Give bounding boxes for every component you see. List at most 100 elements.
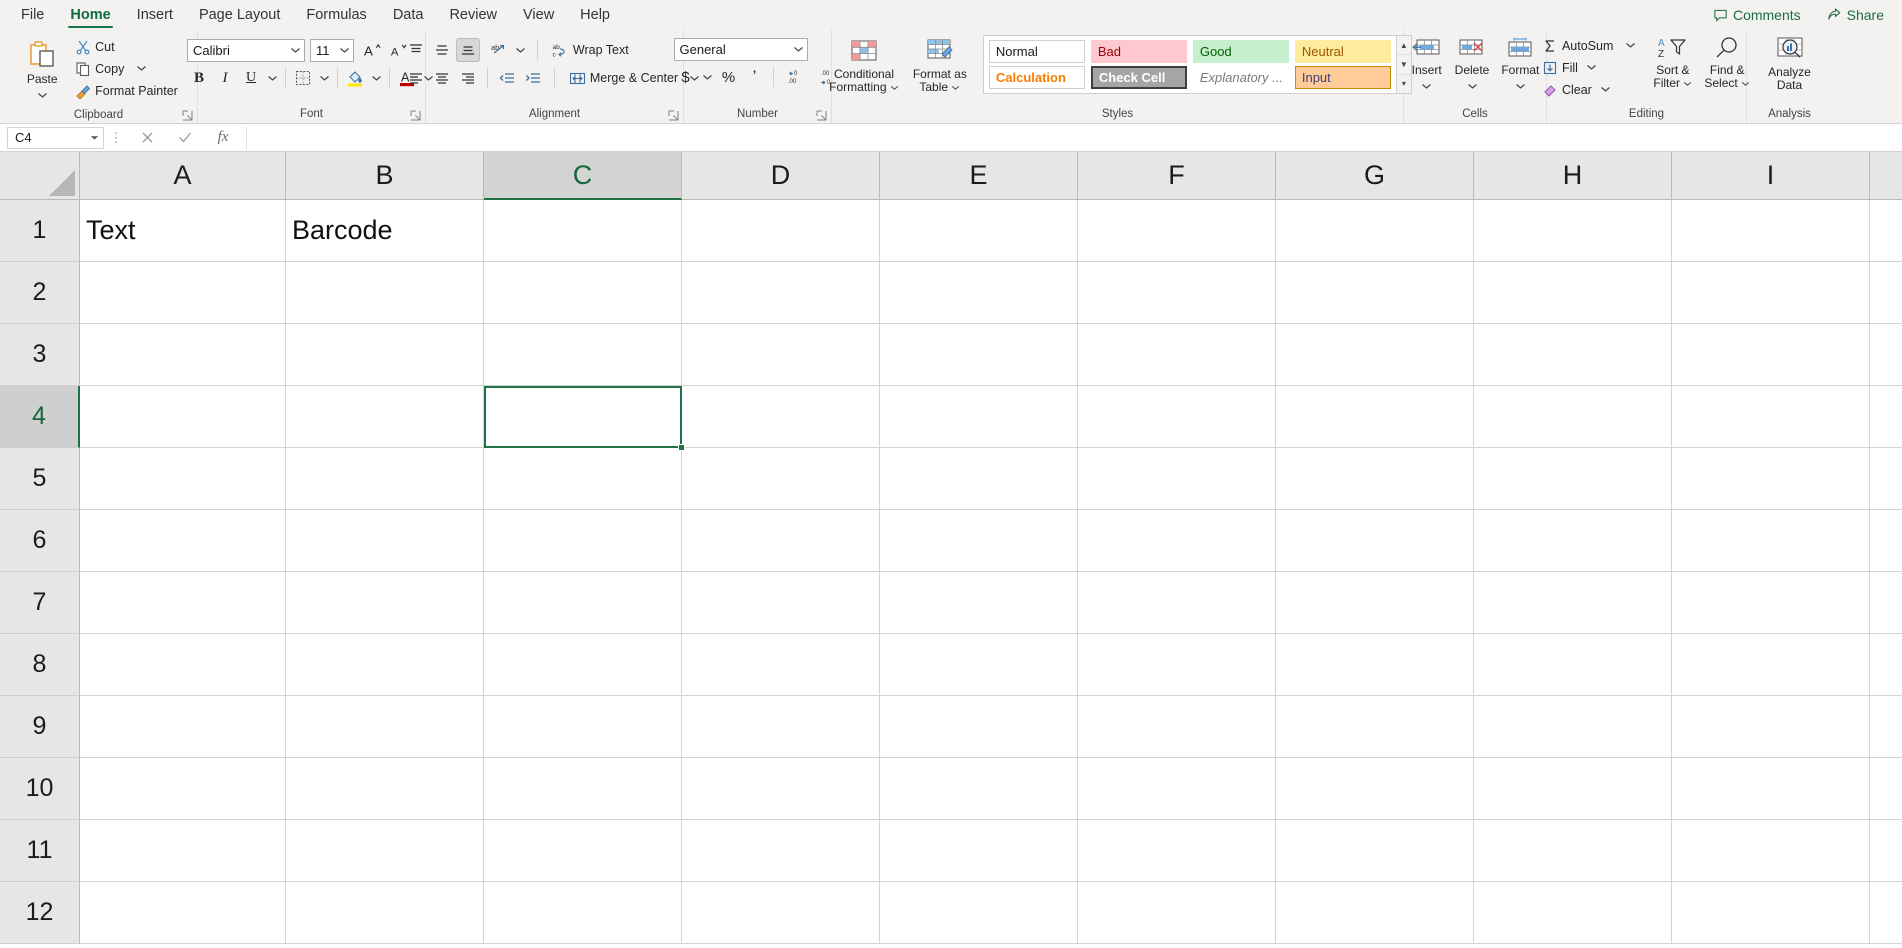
cut-button[interactable]: Cut bbox=[70, 36, 183, 57]
column-header-blank[interactable] bbox=[1870, 152, 1902, 200]
paste-chevron-down-icon[interactable] bbox=[37, 86, 48, 104]
cell-E11[interactable] bbox=[880, 820, 1078, 882]
cell-H10[interactable] bbox=[1474, 758, 1672, 820]
insert-function-icon[interactable]: fx bbox=[204, 127, 242, 149]
name-box[interactable]: C4 bbox=[7, 127, 104, 149]
font-size-combo[interactable]: 11 bbox=[310, 39, 354, 62]
cell-blank[interactable] bbox=[1870, 882, 1902, 944]
cell-style-good[interactable]: Good bbox=[1193, 40, 1289, 63]
cell-D9[interactable] bbox=[682, 696, 880, 758]
align-bottom-button[interactable] bbox=[456, 38, 480, 62]
cell-G9[interactable] bbox=[1276, 696, 1474, 758]
ribbon-tab-formulas[interactable]: Formulas bbox=[293, 0, 379, 30]
sort-filter-chevron-down-icon[interactable] bbox=[1683, 77, 1692, 90]
cell-C2[interactable] bbox=[484, 262, 682, 324]
cell-F10[interactable] bbox=[1078, 758, 1276, 820]
cell-blank[interactable] bbox=[1870, 386, 1902, 448]
column-header-F[interactable]: F bbox=[1078, 152, 1276, 200]
ribbon-tab-review[interactable]: Review bbox=[436, 0, 510, 30]
cell-D11[interactable] bbox=[682, 820, 880, 882]
number-dialog-launcher-icon[interactable] bbox=[816, 110, 827, 121]
cell-E2[interactable] bbox=[880, 262, 1078, 324]
underline-chevron-down-icon[interactable] bbox=[265, 66, 280, 90]
cell-C1[interactable] bbox=[484, 200, 682, 262]
column-header-D[interactable]: D bbox=[682, 152, 880, 200]
cell-D8[interactable] bbox=[682, 634, 880, 696]
cell-H2[interactable] bbox=[1474, 262, 1672, 324]
cell-I5[interactable] bbox=[1672, 448, 1870, 510]
name-box-chevron-down-icon[interactable] bbox=[90, 135, 99, 141]
orientation-chevron-down-icon[interactable] bbox=[513, 38, 528, 62]
italic-button[interactable]: I bbox=[213, 66, 237, 90]
cell-G4[interactable] bbox=[1276, 386, 1474, 448]
wrap-text-button[interactable]: abc Wrap Text bbox=[547, 40, 634, 61]
cell-style-neutral[interactable]: Neutral bbox=[1295, 40, 1391, 63]
autosum-chevron-down-icon[interactable] bbox=[1625, 42, 1636, 49]
cell-C5[interactable] bbox=[484, 448, 682, 510]
cell-style-bad[interactable]: Bad bbox=[1091, 40, 1187, 63]
copy-button[interactable]: Copy bbox=[70, 58, 183, 79]
cell-I3[interactable] bbox=[1672, 324, 1870, 386]
cell-A5[interactable] bbox=[80, 448, 286, 510]
cell-I2[interactable] bbox=[1672, 262, 1870, 324]
delete-cells-chevron-down-icon[interactable] bbox=[1467, 77, 1478, 95]
row-header-3[interactable]: 3 bbox=[0, 324, 80, 386]
font-name-combo[interactable]: Calibri bbox=[187, 39, 305, 62]
cell-B2[interactable] bbox=[286, 262, 484, 324]
conditional-formatting-chevron-down-icon[interactable] bbox=[890, 81, 899, 94]
cell-B12[interactable] bbox=[286, 882, 484, 944]
ribbon-tab-page-layout[interactable]: Page Layout bbox=[186, 0, 293, 30]
cell-G3[interactable] bbox=[1276, 324, 1474, 386]
cell-C3[interactable] bbox=[484, 324, 682, 386]
align-middle-button[interactable] bbox=[430, 38, 454, 62]
cell-A9[interactable] bbox=[80, 696, 286, 758]
cell-A8[interactable] bbox=[80, 634, 286, 696]
cell-B6[interactable] bbox=[286, 510, 484, 572]
row-header-10[interactable]: 10 bbox=[0, 758, 80, 820]
font-name-chevron-down-icon[interactable] bbox=[290, 47, 301, 54]
column-header-I[interactable]: I bbox=[1672, 152, 1870, 200]
clipboard-dialog-launcher-icon[interactable] bbox=[182, 110, 193, 121]
cell-C12[interactable] bbox=[484, 882, 682, 944]
cell-B8[interactable] bbox=[286, 634, 484, 696]
format-as-table-button[interactable]: Format as Table bbox=[905, 33, 975, 97]
ribbon-tab-view[interactable]: View bbox=[510, 0, 567, 30]
cell-A6[interactable] bbox=[80, 510, 286, 572]
formula-bar-more-dots-icon[interactable]: ⋮ bbox=[104, 130, 128, 146]
cell-H3[interactable] bbox=[1474, 324, 1672, 386]
row-header-5[interactable]: 5 bbox=[0, 448, 80, 510]
paste-button[interactable]: Paste bbox=[18, 36, 66, 107]
row-header-6[interactable]: 6 bbox=[0, 510, 80, 572]
cell-D1[interactable] bbox=[682, 200, 880, 262]
format-painter-button[interactable]: Format Painter bbox=[70, 80, 183, 101]
cell-I11[interactable] bbox=[1672, 820, 1870, 882]
cancel-x-icon[interactable] bbox=[128, 127, 166, 149]
cell-blank[interactable] bbox=[1870, 572, 1902, 634]
grow-font-button[interactable]: A bbox=[360, 38, 384, 62]
cell-C4[interactable] bbox=[484, 386, 682, 448]
cell-E3[interactable] bbox=[880, 324, 1078, 386]
column-header-B[interactable]: B bbox=[286, 152, 484, 200]
format-cells-chevron-down-icon[interactable] bbox=[1515, 77, 1526, 95]
sort-filter-button[interactable]: AZ Sort & Filter bbox=[1647, 33, 1698, 93]
cell-D7[interactable] bbox=[682, 572, 880, 634]
cell-F2[interactable] bbox=[1078, 262, 1276, 324]
cell-blank[interactable] bbox=[1870, 696, 1902, 758]
cell-G10[interactable] bbox=[1276, 758, 1474, 820]
borders-chevron-down-icon[interactable] bbox=[317, 66, 332, 90]
cell-B5[interactable] bbox=[286, 448, 484, 510]
cell-A12[interactable] bbox=[80, 882, 286, 944]
cell-E1[interactable] bbox=[880, 200, 1078, 262]
alignment-dialog-launcher-icon[interactable] bbox=[668, 110, 679, 121]
row-header-4[interactable]: 4 bbox=[0, 386, 80, 448]
cell-A3[interactable] bbox=[80, 324, 286, 386]
cell-D4[interactable] bbox=[682, 386, 880, 448]
cell-F12[interactable] bbox=[1078, 882, 1276, 944]
align-top-button[interactable] bbox=[404, 38, 428, 62]
cell-blank[interactable] bbox=[1870, 634, 1902, 696]
cell-I10[interactable] bbox=[1672, 758, 1870, 820]
cell-G8[interactable] bbox=[1276, 634, 1474, 696]
cell-blank[interactable] bbox=[1870, 200, 1902, 262]
column-header-H[interactable]: H bbox=[1474, 152, 1672, 200]
insert-cells-button[interactable]: Insert bbox=[1405, 33, 1449, 98]
